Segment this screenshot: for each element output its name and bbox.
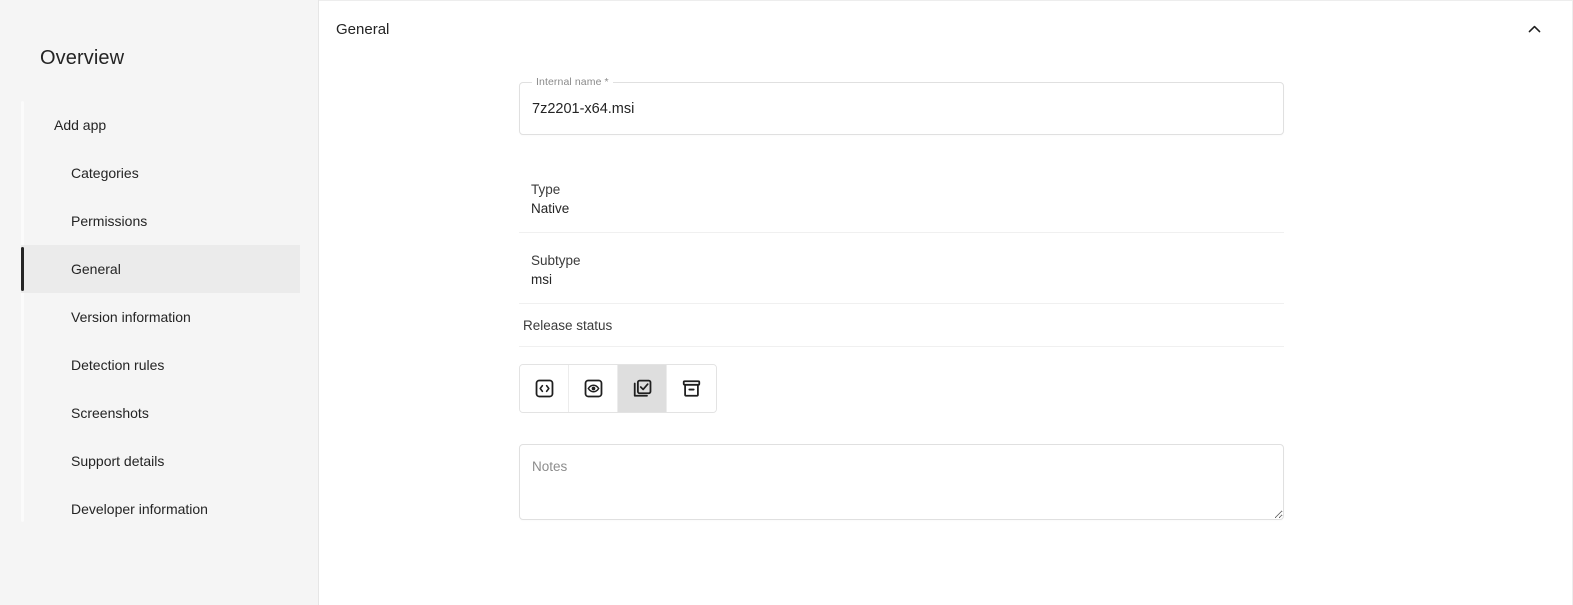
release-status-label: Release status: [523, 318, 612, 333]
sidebar-item-label: Detection rules: [71, 355, 164, 375]
sidebar-item-label: Add app: [54, 115, 106, 135]
sidebar-item-label: Screenshots: [71, 403, 149, 423]
type-row: Type Native: [519, 162, 1284, 233]
eye-icon: [583, 378, 604, 399]
sidebar-nav: Add app Categories Permissions General V…: [21, 101, 300, 533]
internal-name-input[interactable]: [520, 83, 1283, 134]
form-column: Internal name * Type Native Subtype msi …: [519, 82, 1284, 525]
panel-header: General: [319, 1, 1572, 58]
sidebar: Overview Add app Categories Permissions …: [0, 0, 319, 605]
sidebar-item-label: Version information: [71, 307, 191, 327]
sidebar-item-developer-information[interactable]: Developer information: [21, 485, 300, 533]
sidebar-item-label: Permissions: [71, 211, 147, 231]
sidebar-item-version-information[interactable]: Version information: [21, 293, 300, 341]
subtype-value: msi: [531, 270, 1284, 289]
notes-field: [519, 444, 1284, 525]
form-area: Internal name * Type Native Subtype msi …: [319, 82, 1572, 525]
sidebar-item-label: General: [71, 259, 121, 279]
notes-textarea[interactable]: [519, 444, 1284, 520]
release-status-option-development[interactable]: [520, 365, 569, 412]
sidebar-item-general[interactable]: General: [21, 245, 300, 293]
type-value: Native: [531, 199, 1284, 218]
sidebar-item-screenshots[interactable]: Screenshots: [21, 389, 300, 437]
release-status-option-deprecated[interactable]: [667, 365, 716, 412]
internal-name-field[interactable]: Internal name *: [519, 82, 1284, 135]
main-panel: General Internal name * Type Native: [319, 0, 1573, 605]
archive-icon: [681, 378, 702, 399]
release-status-toggle-group: [519, 364, 717, 413]
sidebar-item-detection-rules[interactable]: Detection rules: [21, 341, 300, 389]
sidebar-item-label: Developer information: [71, 499, 208, 519]
release-status-option-test[interactable]: [569, 365, 618, 412]
sidebar-item-permissions[interactable]: Permissions: [21, 197, 300, 245]
code-icon: [534, 378, 555, 399]
chevron-up-icon[interactable]: [1520, 16, 1548, 44]
sidebar-item-categories[interactable]: Categories: [21, 149, 300, 197]
panel-title: General: [336, 19, 389, 41]
sidebar-item-add-app[interactable]: Add app: [21, 101, 300, 149]
page-title: Overview: [40, 44, 124, 72]
sidebar-item-label: Categories: [71, 163, 139, 183]
subtype-row: Subtype msi: [519, 233, 1284, 304]
sidebar-item-label: Support details: [71, 451, 164, 471]
app-root: Overview Add app Categories Permissions …: [0, 0, 1573, 605]
checkbox-checked-icon: [632, 378, 653, 399]
type-label: Type: [531, 180, 1284, 199]
release-status-option-released[interactable]: [618, 365, 667, 412]
subtype-label: Subtype: [531, 251, 1284, 270]
release-status-row: Release status: [519, 304, 1284, 347]
sidebar-item-support-details[interactable]: Support details: [21, 437, 300, 485]
selected-indicator: [21, 247, 24, 291]
